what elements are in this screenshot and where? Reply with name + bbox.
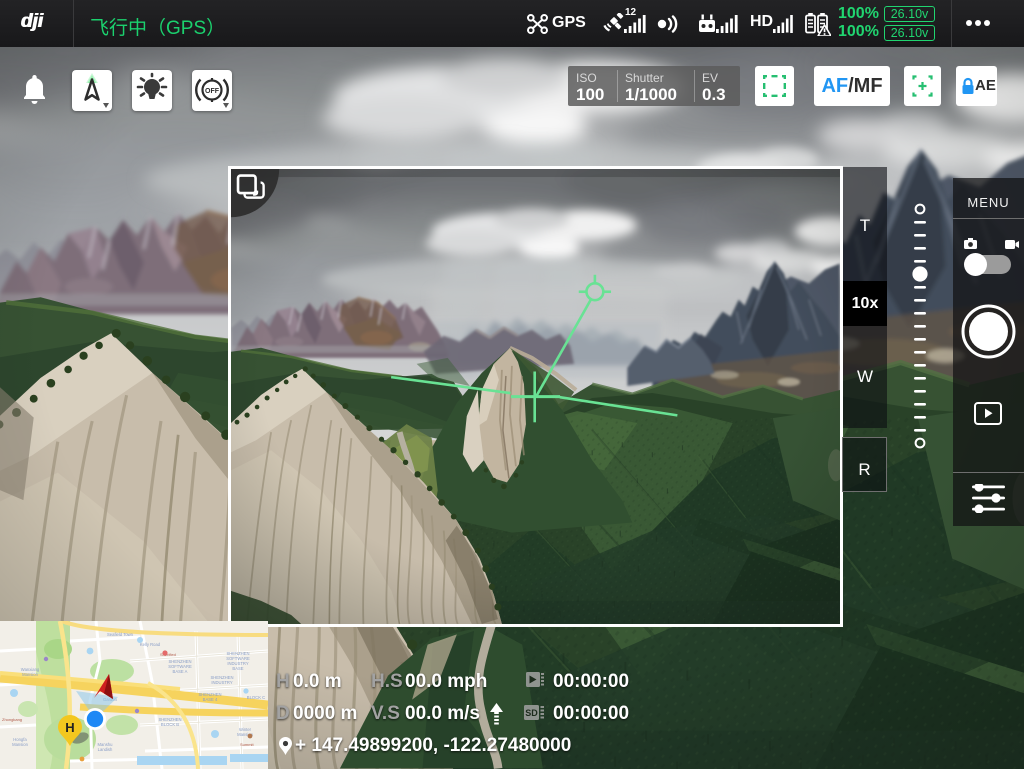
svg-text:Sherified: Sherified bbox=[160, 652, 176, 657]
svg-text:Mansion: Mansion bbox=[22, 672, 38, 677]
svg-text:Landish: Landish bbox=[98, 747, 113, 752]
svg-text:SD: SD bbox=[525, 708, 538, 718]
svg-text:BLOCK C: BLOCK C bbox=[247, 695, 265, 700]
svg-text:Seafield Town: Seafield Town bbox=[107, 632, 134, 637]
svg-text:OFF: OFF bbox=[205, 88, 220, 95]
svg-text:BASE: BASE bbox=[232, 666, 243, 671]
svg-text:H: H bbox=[65, 720, 74, 735]
svg-text:Kelly Road: Kelly Road bbox=[140, 642, 161, 647]
svg-text:Zhongkang: Zhongkang bbox=[2, 717, 22, 722]
svg-text:BASE A: BASE A bbox=[173, 669, 188, 674]
svg-text:INDUSTRY: INDUSTRY bbox=[211, 680, 233, 685]
svg-text:BLOCK B: BLOCK B bbox=[161, 722, 179, 727]
svg-text:BASE 4: BASE 4 bbox=[203, 697, 218, 702]
svg-text:Mansion: Mansion bbox=[12, 742, 28, 747]
svg-text:Summit: Summit bbox=[240, 742, 254, 747]
